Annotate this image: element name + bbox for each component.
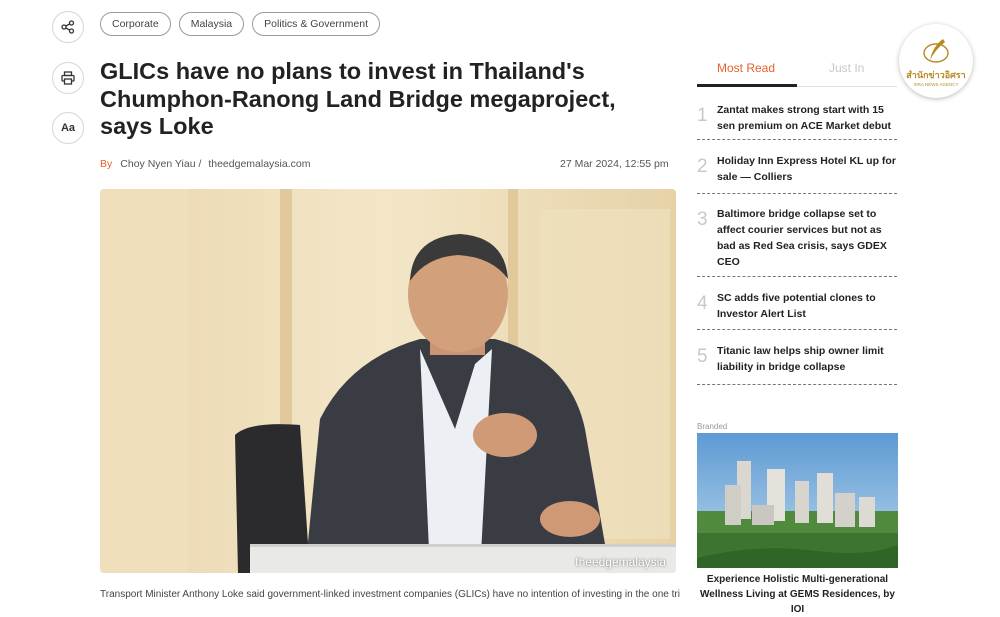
- image-caption: theedgemalaysia: [575, 555, 666, 569]
- branded-label: Branded: [697, 422, 728, 431]
- headline-link[interactable]: Zantat makes strong start with 15 sen pr…: [717, 102, 897, 134]
- tab-most-read[interactable]: Most Read: [717, 61, 775, 75]
- rank-number: 4: [697, 293, 708, 314]
- article-lede: Transport Minister Anthony Loke said gov…: [100, 589, 680, 600]
- printer-icon: [61, 71, 75, 85]
- most-read-item[interactable]: 4 SC adds five potential clones to Inves…: [697, 285, 897, 330]
- ad-photo: [697, 433, 898, 568]
- logo-english-text: ISRA NEWS AGENCY: [913, 81, 959, 87]
- publish-date: 27 Mar 2024, 12:55 pm: [560, 158, 669, 170]
- byline: By Choy Nyen Yiau / theedgemalaysia.com: [100, 158, 310, 170]
- headline-link[interactable]: Baltimore bridge collapse set to affect …: [717, 206, 897, 270]
- hero-image: theedgemalaysia: [100, 189, 676, 573]
- by-label: By: [100, 158, 113, 170]
- tag-politics-government[interactable]: Politics & Government: [252, 12, 381, 36]
- most-read-item[interactable]: 2 Holiday Inn Express Hotel KL up for sa…: [697, 148, 897, 194]
- rank-number: 5: [697, 346, 708, 367]
- ad-title[interactable]: Experience Holistic Multi-generational W…: [697, 572, 898, 617]
- sidebar-tabs: Most Read Just In: [697, 55, 897, 87]
- rank-number: 3: [697, 209, 708, 230]
- most-read-item[interactable]: 3 Baltimore bridge collapse set to affec…: [697, 201, 897, 277]
- hero-photo: [100, 189, 676, 573]
- rank-number: 2: [697, 156, 708, 177]
- most-read-item[interactable]: 1 Zantat makes strong start with 15 sen …: [697, 97, 897, 140]
- headline-link[interactable]: Holiday Inn Express Hotel KL up for sale…: [717, 153, 897, 185]
- tag-corporate[interactable]: Corporate: [100, 12, 171, 36]
- article-title: GLICs have no plans to invest in Thailan…: [100, 58, 616, 139]
- text-size-button[interactable]: Aa: [52, 112, 84, 144]
- rank-number: 1: [697, 105, 708, 126]
- share-button[interactable]: [52, 11, 84, 43]
- isra-news-logo[interactable]: สำนักข่าวอิศรา ISRA NEWS AGENCY: [899, 24, 973, 98]
- headline-link[interactable]: Titanic law helps ship owner limit liabi…: [717, 343, 897, 375]
- tag-malaysia[interactable]: Malaysia: [178, 12, 245, 36]
- text-size-icon: Aa: [60, 122, 76, 134]
- logo-thai-text: สำนักข่าวอิศรา: [906, 69, 966, 80]
- most-read-item[interactable]: 5 Titanic law helps ship owner limit lia…: [697, 338, 897, 385]
- headline-link[interactable]: SC adds five potential clones to Investo…: [717, 290, 897, 322]
- tab-just-in[interactable]: Just In: [829, 61, 864, 75]
- author-name[interactable]: Choy Nyen Yiau /: [120, 158, 201, 170]
- ad-image[interactable]: [697, 433, 898, 568]
- share-icon: [61, 20, 75, 34]
- quill-icon: [923, 38, 949, 63]
- active-tab-indicator: [697, 84, 797, 87]
- source-name: theedgemalaysia.com: [208, 158, 311, 170]
- print-button[interactable]: [52, 62, 84, 94]
- tag-list: Corporate Malaysia Politics & Government: [100, 12, 381, 36]
